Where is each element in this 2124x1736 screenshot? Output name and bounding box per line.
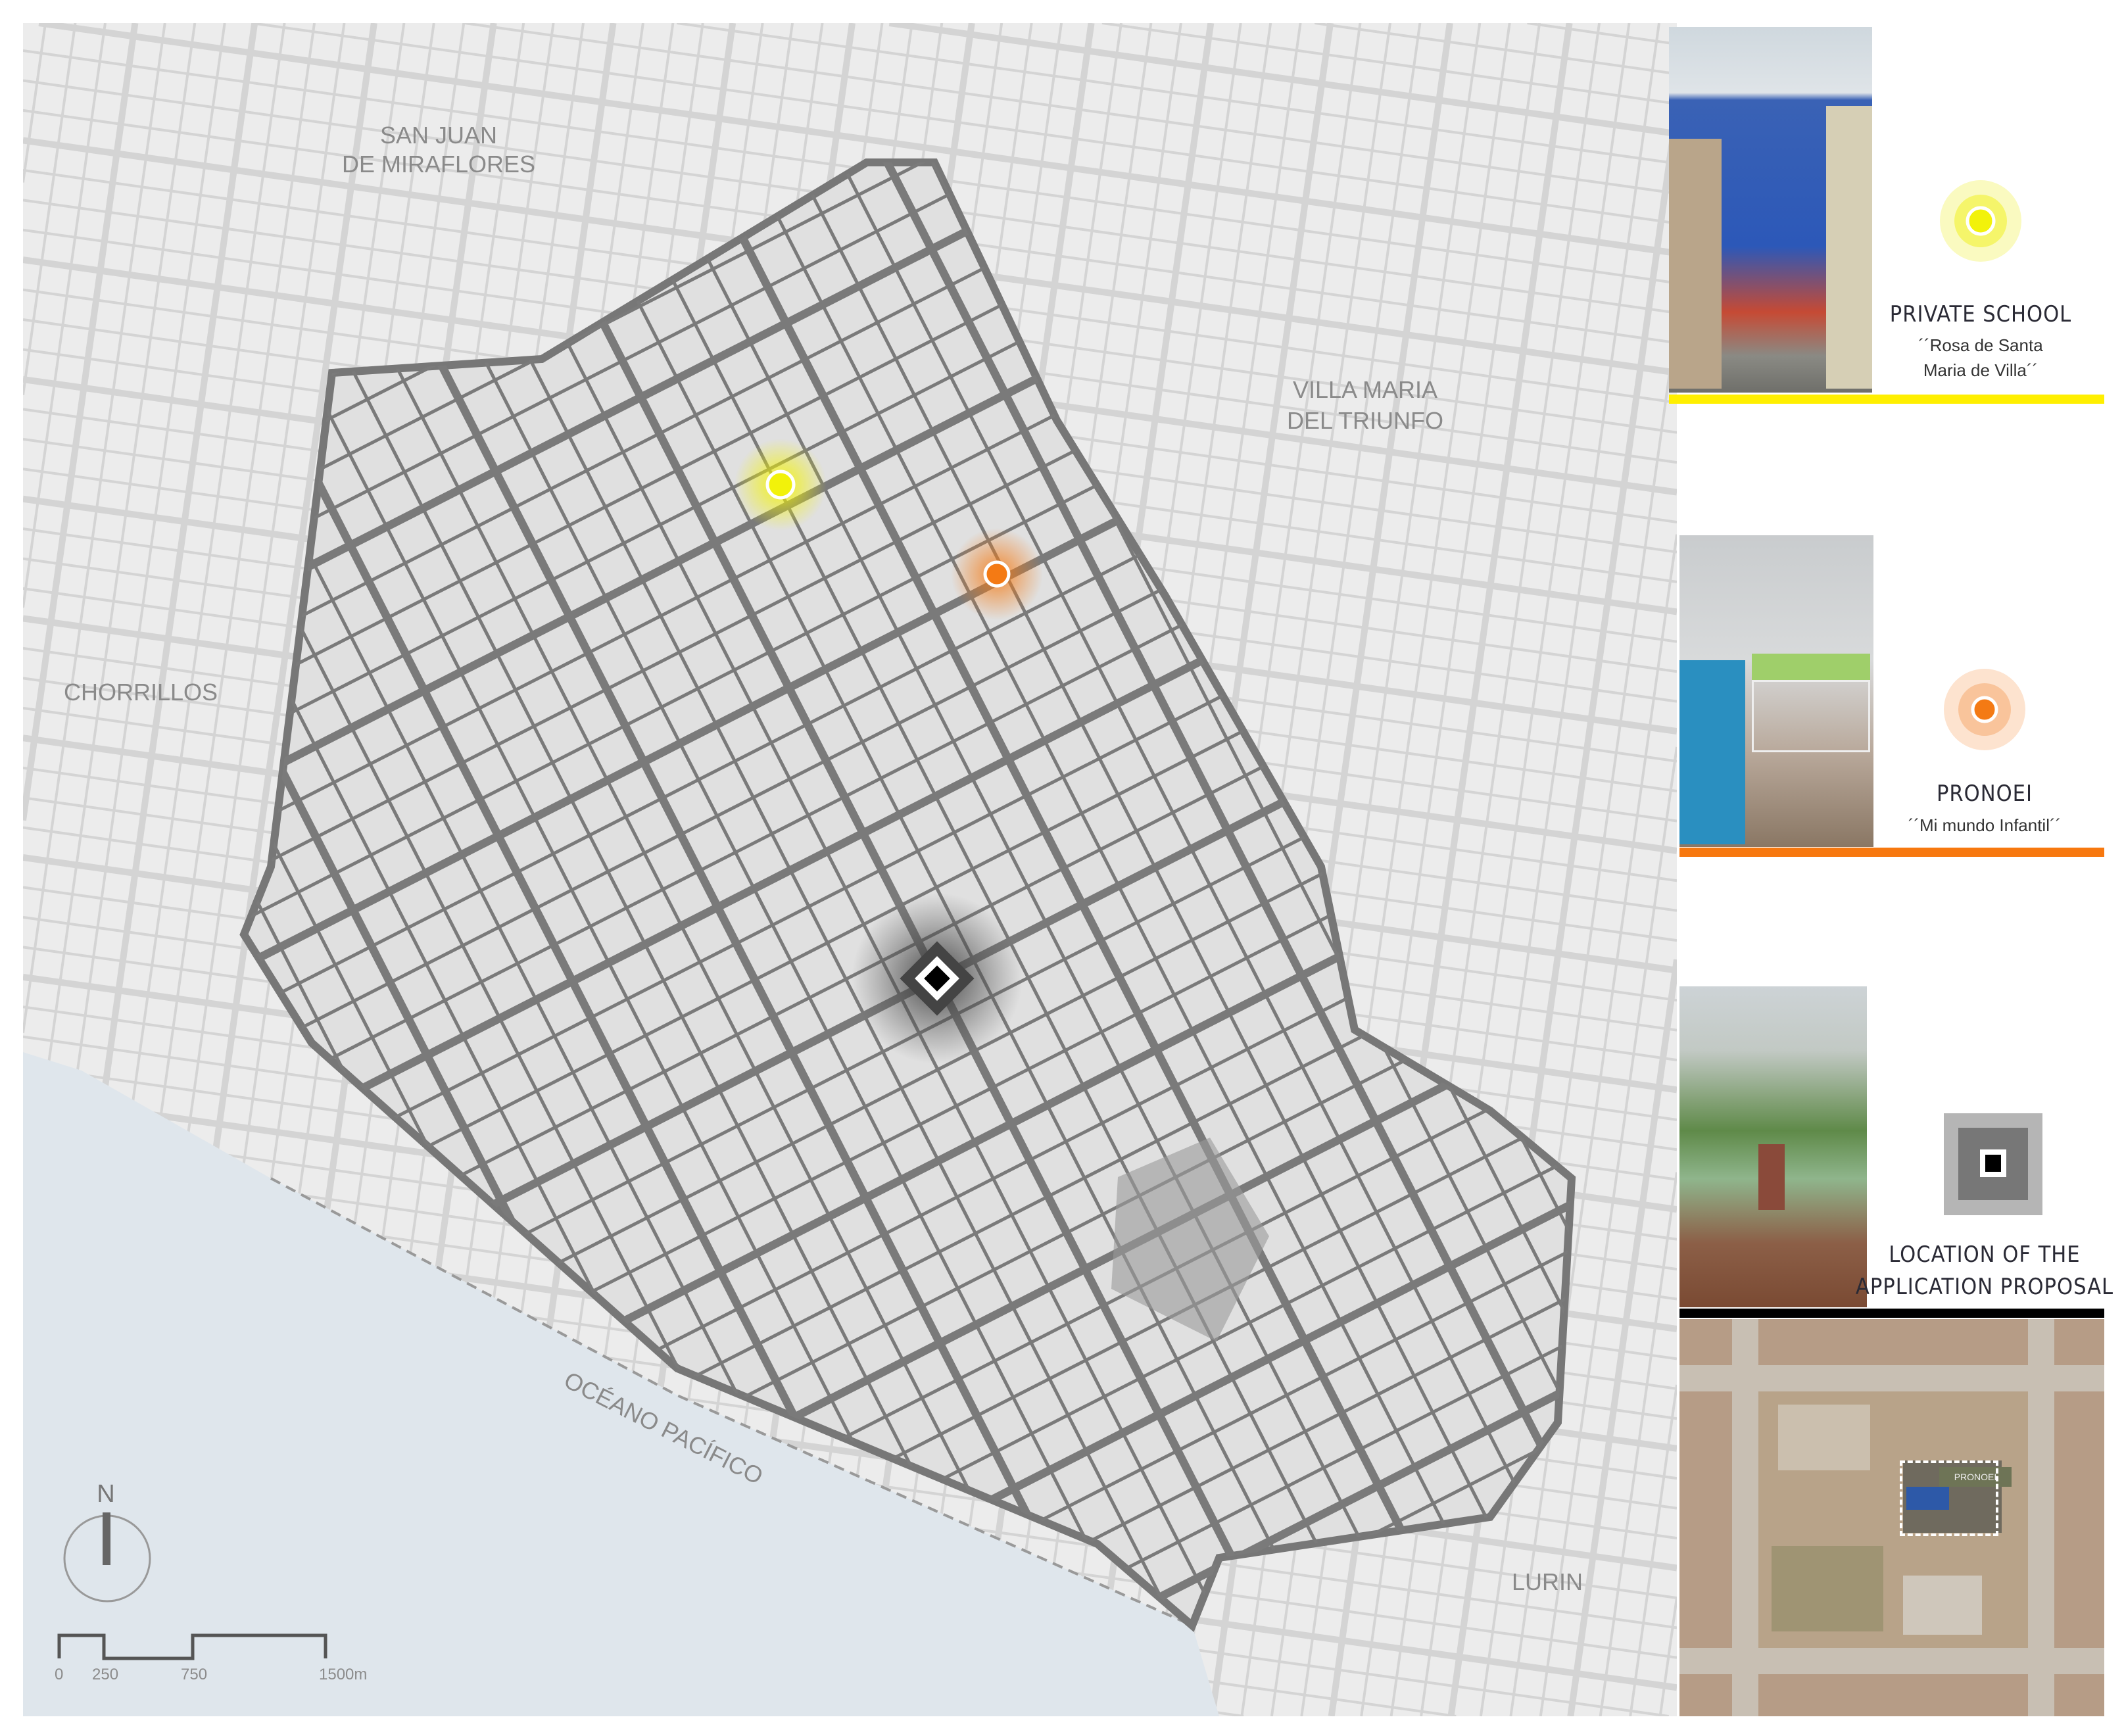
private-school-marker[interactable] bbox=[735, 439, 827, 531]
label-san-juan-line1: SAN JUAN bbox=[379, 122, 498, 149]
scale-label-750: 750 bbox=[181, 1666, 208, 1683]
pronoei-photo bbox=[1679, 535, 1873, 847]
proposal-title-line1: LOCATION OF THE bbox=[1889, 1242, 2081, 1268]
label-lurin: LURIN bbox=[1511, 1568, 1583, 1595]
proposal-location-marker[interactable] bbox=[852, 893, 1023, 1064]
yellow-marker-icon bbox=[1940, 180, 2021, 262]
private-school-name-line1: ´´Rosa de Santa bbox=[1918, 335, 2043, 355]
pronoei-bar bbox=[1679, 848, 2104, 857]
label-san-juan-line2: DE MIRAFLORES bbox=[341, 151, 536, 178]
private-school-bar bbox=[1669, 395, 2104, 404]
proposal-location-icon bbox=[1944, 1113, 2042, 1215]
scale-label-250: 250 bbox=[92, 1666, 119, 1683]
pronoei-marker[interactable] bbox=[951, 528, 1043, 620]
pronoei-title: PRONOEI bbox=[1936, 781, 2033, 807]
scale-label-0: 0 bbox=[55, 1666, 64, 1683]
north-label: N bbox=[97, 1480, 115, 1508]
orange-marker-icon bbox=[1944, 669, 2025, 750]
private-school-title: PRIVATE SCHOOL bbox=[1889, 301, 2072, 327]
satellite-image: PRONOEI bbox=[1679, 1319, 2104, 1716]
label-chorrillos: CHORRILLOS bbox=[63, 679, 218, 706]
proposal-bar bbox=[1679, 1309, 2104, 1318]
label-villa-maria-line2: DEL TRIUNFO bbox=[1286, 407, 1444, 434]
scale-label-1500: 1500m bbox=[319, 1666, 368, 1683]
proposal-title-line2: APPLICATION PROPOSAL bbox=[1855, 1274, 2114, 1300]
proposal-site-photo bbox=[1679, 986, 1867, 1307]
pronoei-name: ´´Mi mundo Infantil´´ bbox=[1908, 815, 2062, 835]
label-villa-maria-line1: VILLA MARIA bbox=[1292, 376, 1438, 403]
private-school-name-line2: Maria de Villa´´ bbox=[1923, 360, 2039, 380]
private-school-photo bbox=[1669, 27, 1872, 393]
